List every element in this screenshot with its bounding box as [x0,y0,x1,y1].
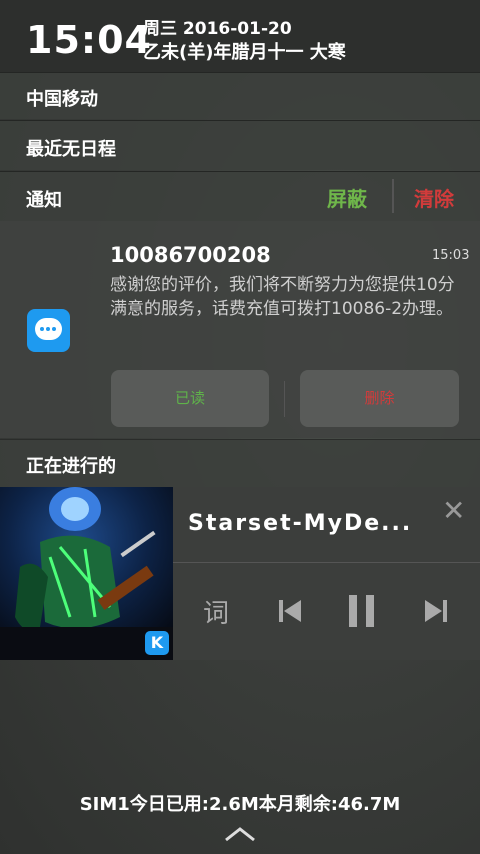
schedule-row[interactable]: 最近无日程 [0,120,480,170]
divider [173,562,480,563]
block-button[interactable]: 屏蔽 [327,183,367,212]
lunar-date-text: 乙未(羊)年腊月十一 大寒 [143,42,346,63]
status-header: 15:04 周三 2016-01-20 乙未(羊)年腊月十一 大寒 [0,0,480,72]
notification-header: 通知 屏蔽 清除 [0,171,480,221]
delete-button[interactable]: 删除 [300,370,459,427]
pause-icon[interactable] [349,595,375,631]
close-icon[interactable]: ✕ [442,496,465,526]
notification-body: 感谢您的评价，我们将不断努力为您提供10分满意的服务，话费充值可拨打10086-… [110,275,455,319]
clear-button[interactable]: 清除 [414,183,454,212]
previous-track-icon[interactable] [279,600,303,626]
ongoing-title: 正在进行的 [26,456,116,477]
next-track-icon[interactable] [423,600,447,626]
mark-read-button[interactable]: 已读 [111,370,269,427]
chevron-up-icon[interactable] [224,826,256,846]
carrier-row: 中国移动 [0,72,480,119]
notification-sender: 10086700208 [110,243,271,267]
ongoing-header: 正在进行的 [0,439,480,487]
divider [284,381,285,417]
lyrics-button[interactable]: 词 [203,593,229,630]
app-badge-icon: K [145,631,169,655]
clock-time: 15:04 [26,18,152,62]
divider [392,179,394,213]
data-usage-text: SIM1今日已用:2.6M本月剩余:46.7M [79,794,401,815]
date-text: 周三 2016-01-20 [143,19,292,39]
notification-title: 通知 [26,190,62,211]
carrier-name: 中国移动 [26,89,98,110]
song-title: Starset-MyDe... [188,511,413,536]
message-bubble-icon [27,309,70,352]
schedule-text: 最近无日程 [26,139,116,160]
notification-time: 15:03 [432,248,470,263]
